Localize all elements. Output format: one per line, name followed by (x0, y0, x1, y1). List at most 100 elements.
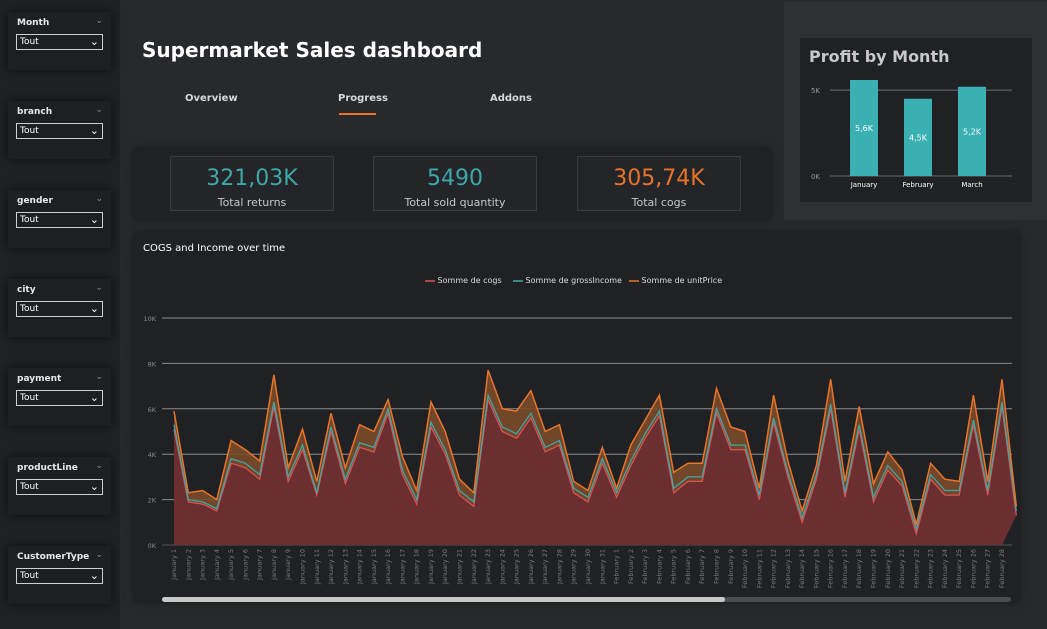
slicer-value: Tout (20, 393, 39, 403)
chevron-down-icon[interactable]: ⌄ (95, 16, 103, 26)
slicer-value: Tout (20, 571, 39, 581)
x-tick-label: January 16 (384, 549, 392, 585)
x-tick-label: January 17 (398, 549, 406, 585)
active-tab-indicator (339, 113, 376, 115)
bar-data-label: 5,2K (963, 127, 982, 136)
x-tick-label: February 21 (898, 549, 906, 588)
y-tick-label: 2K (148, 497, 157, 505)
kpi-caption: Total returns (217, 196, 287, 209)
chevron-down-icon[interactable]: ⌄ (95, 461, 103, 471)
slicer-value: Tout (20, 126, 39, 136)
x-tick-label: January 13 (341, 549, 349, 585)
x-category-label: February (902, 181, 933, 189)
legend-item-gross-income[interactable]: Somme de grossIncome (513, 276, 622, 285)
slicer-label: city (17, 285, 36, 295)
legend-swatch (629, 279, 639, 282)
x-tick-label: February 8 (712, 549, 720, 584)
slicer-label: productLine (17, 463, 78, 473)
legend-swatch (513, 279, 523, 282)
x-tick-label: February 18 (855, 549, 863, 588)
slicer-value: Tout (20, 304, 39, 314)
dropdown-arrow-icon: ⌄ (89, 391, 99, 404)
slicer-customertype: CustomerType ⌄ Tout ⌄ (8, 546, 111, 604)
legend-label: Somme de grossIncome (525, 276, 622, 285)
dropdown-arrow-icon: ⌄ (89, 35, 99, 48)
tab-addons[interactable]: Addons (490, 93, 532, 104)
x-tick-label: January 20 (441, 549, 449, 585)
dropdown-arrow-icon: ⌄ (89, 569, 99, 582)
slicer-dropdown[interactable]: Tout ⌄ (16, 301, 103, 317)
slicer-payment: payment ⌄ Tout ⌄ (8, 368, 111, 426)
slicer-dropdown[interactable]: Tout ⌄ (16, 479, 103, 495)
slicer-label: CustomerType (17, 552, 90, 562)
scrollbar-thumb[interactable] (162, 597, 725, 602)
x-tick-label: January 23 (484, 549, 492, 585)
kpi-value: 305,74K (613, 166, 705, 191)
legend-item-unit-price[interactable]: Somme de unitPrice (629, 276, 722, 285)
x-tick-label: January 18 (413, 549, 421, 585)
x-tick-label: January 2 (184, 549, 192, 581)
x-tick-label: January 10 (298, 549, 306, 585)
x-tick-label: February 23 (927, 549, 935, 588)
x-tick-label: January 15 (370, 549, 378, 585)
chevron-down-icon[interactable]: ⌄ (95, 105, 103, 115)
kpi-value: 5490 (427, 166, 483, 191)
chevron-down-icon[interactable]: ⌄ (95, 372, 103, 382)
kpi-card-total-returns: 321,03K Total returns (170, 156, 334, 211)
x-tick-label: February 4 (655, 549, 663, 584)
x-tick-label: February 19 (870, 549, 878, 588)
slicer-label: gender (17, 196, 53, 206)
slicer-dropdown[interactable]: Tout ⌄ (16, 212, 103, 228)
x-tick-label: January 9 (284, 549, 292, 581)
x-tick-label: January 27 (541, 549, 549, 585)
chevron-down-icon[interactable]: ⌄ (95, 550, 103, 560)
profit-chart-title: Profit by Month (809, 47, 950, 66)
profit-bar-chart: 0K 5K 5,6K January 4,5K February 5,2K March (811, 80, 1012, 189)
x-tick-label: February 20 (884, 549, 892, 588)
chevron-down-icon[interactable]: ⌄ (95, 194, 103, 204)
slicer-dropdown[interactable]: Tout ⌄ (16, 568, 103, 584)
legend-label: Somme de unitPrice (641, 276, 723, 285)
x-tick-label: January 21 (456, 549, 464, 585)
page-title: Supermarket Sales dashboard (142, 38, 483, 62)
bar-data-label: 5,6K (855, 124, 874, 133)
x-tick-label: January 25 (513, 549, 521, 585)
y-tick-label: 4K (148, 451, 157, 459)
slicer-dropdown[interactable]: Tout ⌄ (16, 123, 103, 139)
kpi-caption: Total sold quantity (404, 196, 506, 209)
x-tick-label: January 6 (241, 549, 249, 581)
x-tick-label: January 7 (256, 549, 264, 581)
slicer-branch: branch ⌄ Tout ⌄ (8, 101, 111, 159)
x-tick-label: January 8 (270, 549, 278, 581)
cogs-income-area-chart: 0K 2K 4K 6K 8K 10K January 1 January 2 January 3… (143, 315, 1018, 588)
x-tick-label: January 4 (213, 549, 221, 581)
chevron-down-icon[interactable]: ⌄ (95, 283, 103, 293)
slicer-dropdown[interactable]: Tout ⌄ (16, 390, 103, 406)
x-tick-label: February 26 (969, 549, 977, 588)
y-tick-label: 6K (148, 406, 157, 414)
legend-item-cogs[interactable]: Somme de cogs (425, 276, 502, 285)
slicer-label: branch (17, 107, 53, 117)
slicer-month: Month ⌄ Tout ⌄ (8, 12, 111, 70)
x-tick-label: February 5 (670, 549, 678, 584)
line-chart-title: COGS and Income over time (143, 243, 286, 254)
x-tick-label: February 11 (755, 549, 763, 588)
x-tick-label: February 22 (912, 549, 920, 588)
x-tick-label: January 1 (170, 549, 178, 581)
x-tick-label: February 28 (998, 549, 1006, 588)
slicer-dropdown[interactable]: Tout ⌄ (16, 34, 103, 50)
x-tick-label: February 13 (784, 549, 792, 588)
tab-progress[interactable]: Progress (338, 93, 388, 104)
x-tick-label: February 3 (641, 549, 649, 584)
y-tick-label: 0K (148, 542, 157, 550)
kpi-value: 321,03K (206, 166, 298, 191)
slicer-value: Tout (20, 37, 39, 47)
x-tick-label: February 16 (827, 549, 835, 588)
dropdown-arrow-icon: ⌄ (89, 213, 99, 226)
slicer-productline: productLine ⌄ Tout ⌄ (8, 457, 111, 515)
x-tick-label: January 19 (427, 549, 435, 585)
y-tick-label: 10K (143, 315, 156, 323)
bar-data-label: 4,5K (909, 133, 928, 142)
dropdown-arrow-icon: ⌄ (89, 124, 99, 137)
tab-overview[interactable]: Overview (185, 93, 238, 104)
